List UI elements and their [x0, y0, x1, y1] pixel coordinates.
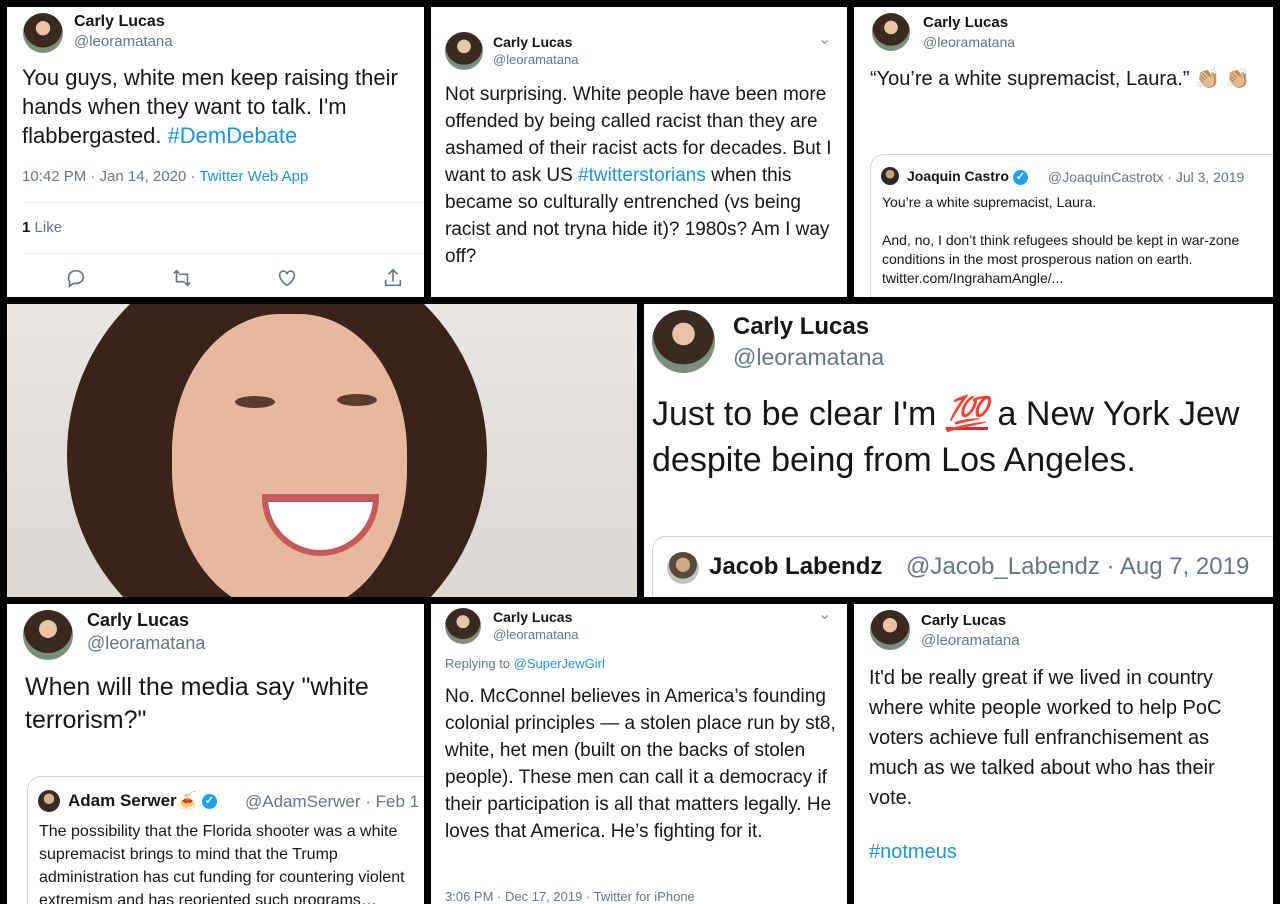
- author-handle[interactable]: @leoramatana: [921, 632, 1020, 649]
- tweet-timestamp[interactable]: 10:42 PM · Jan 14, 2020 ·: [22, 168, 195, 185]
- tweet-text: When will the media say "white terrorism…: [25, 673, 369, 734]
- quoted-author-handle: @AdamSerwer · Feb 1: [245, 792, 420, 811]
- quoted-text: You’re a white supremacist, Laura. And, …: [882, 193, 1273, 288]
- avatar[interactable]: [445, 32, 483, 70]
- author-name[interactable]: Carly Lucas: [921, 612, 1006, 629]
- likes-count[interactable]: 1 Like: [22, 219, 62, 236]
- avatar: [667, 552, 699, 584]
- author-handle[interactable]: @leoramatana: [493, 627, 578, 642]
- eyes: [337, 394, 377, 406]
- chevron-down-icon[interactable]: ⌄: [818, 29, 831, 49]
- author-name[interactable]: Carly Lucas: [733, 313, 869, 341]
- avatar[interactable]: [445, 608, 481, 644]
- avatar[interactable]: [23, 610, 73, 660]
- quoted-author-name: Joaquin Castro ✓: [907, 168, 1028, 185]
- likes-number: 1: [22, 219, 31, 236]
- tweet-source[interactable]: Twitter Web App: [199, 168, 308, 185]
- hashtag-link[interactable]: #DemDebate: [168, 123, 298, 148]
- tweet-text: No. McConnel believes in America’s found…: [445, 686, 836, 842]
- tweet-card-white-terrorism: Carly Lucas @leoramatana When will the m…: [7, 604, 424, 904]
- hundred-points-emoji: 💯: [945, 395, 989, 433]
- reply-mention-link[interactable]: @SuperJewGirl: [514, 656, 605, 671]
- tweet-card-white-supremacist: Carly Lucas @leoramatana “You’re a white…: [854, 7, 1273, 297]
- tweet-text: Not surprising. White people have been m…: [445, 81, 837, 270]
- like-icon[interactable]: [276, 267, 298, 295]
- quoted-text-line1: You’re a white supremacist, Laura.: [882, 194, 1097, 210]
- verified-badge-icon: ✓: [201, 794, 217, 810]
- tweet-text: You guys, white men keep raising their h…: [22, 63, 417, 150]
- eyes: [235, 396, 275, 408]
- share-icon[interactable]: [382, 267, 404, 295]
- quoted-text-line2: And, no, I don’t think refugees should b…: [882, 232, 1240, 267]
- verified-badge-icon: ✓: [1012, 169, 1028, 185]
- author-handle[interactable]: @leoramatana: [87, 633, 205, 654]
- author-handle[interactable]: @leoramatana: [923, 34, 1015, 50]
- quoted-name-text: Joaquin Castro: [907, 168, 1009, 184]
- quoted-author-handle: @JoaquinCastrotx · Jul 3, 2019: [1048, 169, 1245, 185]
- author-name[interactable]: Carly Lucas: [493, 34, 572, 50]
- tweet-card-dem-debate: Carly Lucas @leoramatana You guys, white…: [7, 7, 424, 297]
- tweet-card-notmeus: Carly Lucas @leoramatana It'd be really …: [854, 604, 1273, 904]
- replying-label: Replying to: [445, 656, 511, 671]
- quoted-text: The possibility that the Florida shooter…: [39, 823, 405, 904]
- quoted-tweet[interactable]: Jacob Labendz @Jacob_Labendz · Aug 7, 20…: [652, 536, 1273, 597]
- quoted-name-text: Adam Serwer: [68, 791, 177, 810]
- author-name[interactable]: Carly Lucas: [493, 609, 572, 625]
- chevron-down-icon[interactable]: ⌄: [818, 604, 831, 624]
- author-handle[interactable]: @leoramatana: [493, 52, 578, 67]
- quoted-author-handle: @Jacob_Labendz · Aug 7, 2019: [906, 553, 1250, 580]
- avatar: [38, 790, 60, 812]
- quoted-tweet[interactable]: Adam Serwer🍝 ✓ @AdamSerwer · Feb 1 The po…: [27, 776, 424, 904]
- quoted-author-name: Jacob Labendz: [709, 553, 883, 580]
- likes-label: Like: [34, 219, 63, 236]
- tweet-card-new-york-jew: Carly Lucas @leoramatana Just to be clea…: [644, 304, 1273, 597]
- tweet-text: Just to be clear I'm 💯 a New York Jew de…: [652, 391, 1267, 483]
- hashtag-link[interactable]: #twitterstorians: [578, 165, 706, 186]
- quoted-tweet[interactable]: Joaquin Castro ✓ @JoaquinCastrotx · Jul 3…: [870, 154, 1273, 297]
- author-handle[interactable]: @leoramatana: [74, 33, 173, 50]
- avatar[interactable]: [23, 13, 63, 53]
- avatar: [881, 167, 899, 185]
- quoted-link[interactable]: twitter.com/IngrahamAngle/...: [882, 269, 1273, 288]
- tweet-text: “You’re a white supremacist, Laura.” 👏🏼 …: [870, 68, 1251, 90]
- tweet-text-body: Just to be clear I'm: [652, 395, 937, 433]
- tweet-timestamp[interactable]: 3:06 PM · Dec 17, 2019 · Twitter for iPh…: [445, 889, 695, 904]
- author-handle[interactable]: @leoramatana: [733, 344, 884, 371]
- author-name[interactable]: Carly Lucas: [923, 14, 1008, 31]
- avatar[interactable]: [652, 310, 715, 373]
- avatar[interactable]: [872, 13, 910, 51]
- profile-photo: [7, 304, 637, 597]
- tweet-meta: 10:42 PM · Jan 14, 2020 · Twitter Web Ap…: [22, 168, 308, 185]
- reply-icon[interactable]: [65, 267, 87, 295]
- retweet-icon[interactable]: [171, 267, 193, 295]
- avatar[interactable]: [870, 610, 910, 650]
- divider: [22, 253, 424, 254]
- replying-to: Replying to @SuperJewGirl: [445, 656, 605, 671]
- hashtag-link[interactable]: #notmeus: [869, 841, 957, 864]
- author-name[interactable]: Carly Lucas: [87, 610, 189, 631]
- quoted-author-name: Adam Serwer🍝 ✓: [68, 791, 217, 811]
- spaghetti-emoji: 🍝: [176, 791, 198, 810]
- face-shape: [172, 314, 407, 597]
- author-name[interactable]: Carly Lucas: [74, 13, 165, 31]
- tweet-card-mcconnel: Carly Lucas @leoramatana ⌄ Replying to @…: [431, 604, 847, 904]
- tweet-text: It'd be really great if we lived in coun…: [869, 667, 1222, 809]
- divider: [22, 202, 424, 203]
- tweet-card-twitterstorians: Carly Lucas @leoramatana ⌄ Not surprisin…: [431, 7, 847, 297]
